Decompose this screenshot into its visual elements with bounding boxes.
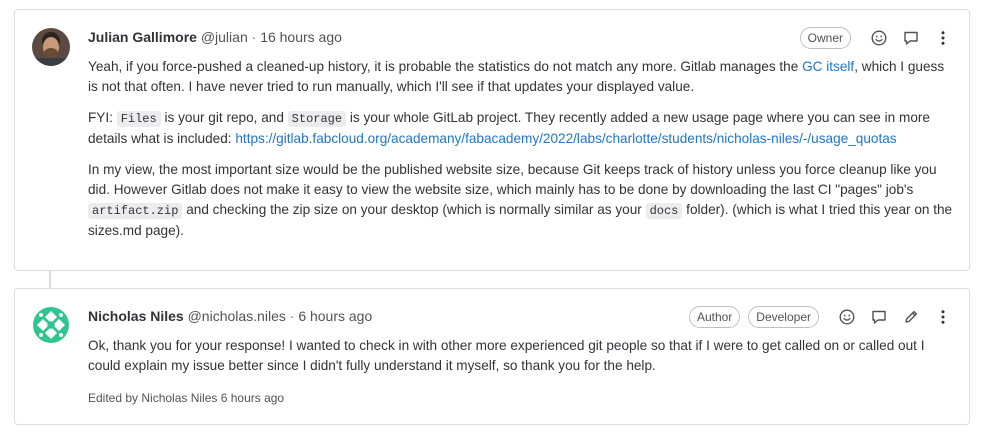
- author-name[interactable]: Nicholas Niles: [88, 308, 184, 324]
- note-paragraph: In my view, the most important size woul…: [88, 160, 955, 241]
- note-body: Yeah, if you force-pushed a cleaned-up h…: [88, 57, 955, 241]
- paragraph-text: In my view, the most important size woul…: [88, 162, 937, 197]
- identicon-avatar-icon: [32, 306, 70, 344]
- paragraph-text: is your git repo, and: [160, 110, 288, 125]
- paragraph-text: and checking the zip size on your deskto…: [182, 202, 646, 217]
- comment-note-nicholas: Nicholas Niles @nicholas.niles · 6 hours…: [14, 288, 970, 425]
- kebab-menu-icon: [941, 31, 945, 45]
- more-actions-button[interactable]: [931, 305, 955, 329]
- inline-code: Storage: [287, 111, 347, 127]
- comment-icon: [872, 310, 886, 324]
- comment-note-julian: Julian Gallimore @julian · 16 hours ago …: [14, 9, 970, 271]
- avatar[interactable]: [32, 28, 70, 66]
- smiley-icon: [839, 309, 855, 325]
- separator-dot: ·: [251, 29, 257, 45]
- edited-by-label: Edited by Nicholas Niles 6 hours ago: [88, 391, 285, 405]
- note-paragraph: Ok, thank you for your response! I wante…: [88, 338, 925, 373]
- inline-code: docs: [645, 203, 683, 219]
- note-timestamp[interactable]: 6 hours ago: [298, 308, 372, 324]
- edit-button[interactable]: [899, 305, 923, 329]
- kebab-menu-icon: [941, 310, 945, 324]
- author-name[interactable]: Julian Gallimore: [88, 29, 197, 45]
- usage-quotas-link[interactable]: https://gitlab.fabcloud.org/academany/fa…: [235, 131, 896, 146]
- inline-code: Files: [116, 111, 161, 127]
- note-timestamp[interactable]: 16 hours ago: [260, 29, 342, 45]
- note-body: Ok, thank you for your response! I wante…: [88, 336, 955, 376]
- note-header: Julian Gallimore @julian · 16 hours ago: [88, 28, 342, 46]
- paragraph-text: FYI:: [88, 110, 117, 125]
- developer-badge: Developer: [748, 306, 819, 328]
- smiley-icon: [871, 30, 887, 46]
- add-reaction-button[interactable]: [867, 26, 891, 50]
- author-handle[interactable]: @julian: [201, 29, 248, 45]
- note-header: Nicholas Niles @nicholas.niles · 6 hours…: [88, 307, 372, 325]
- note-paragraph: Yeah, if you force-pushed a cleaned-up h…: [88, 57, 955, 97]
- separator-dot: ·: [289, 308, 295, 324]
- thread-connector-line: [49, 271, 51, 288]
- gc-link[interactable]: GC itself: [802, 59, 854, 74]
- author-badge: Author: [688, 306, 741, 328]
- inline-code: artifact.zip: [88, 203, 183, 219]
- more-actions-button[interactable]: [931, 26, 955, 50]
- paragraph-text: Yeah, if you force-pushed a cleaned-up h…: [88, 59, 803, 74]
- reply-button[interactable]: [867, 305, 891, 329]
- reply-button[interactable]: [899, 26, 923, 50]
- author-handle[interactable]: @nicholas.niles: [188, 308, 286, 324]
- note-paragraph: FYI: Files is your git repo, and Storage…: [88, 108, 955, 149]
- owner-badge: Owner: [799, 27, 851, 49]
- avatar-photo-icon: [32, 28, 70, 66]
- comment-icon: [904, 31, 918, 45]
- add-reaction-button[interactable]: [835, 305, 859, 329]
- note-actions: Owner: [799, 26, 955, 50]
- pencil-icon: [905, 310, 918, 323]
- avatar[interactable]: [32, 306, 70, 344]
- note-actions: Author Developer: [688, 305, 955, 329]
